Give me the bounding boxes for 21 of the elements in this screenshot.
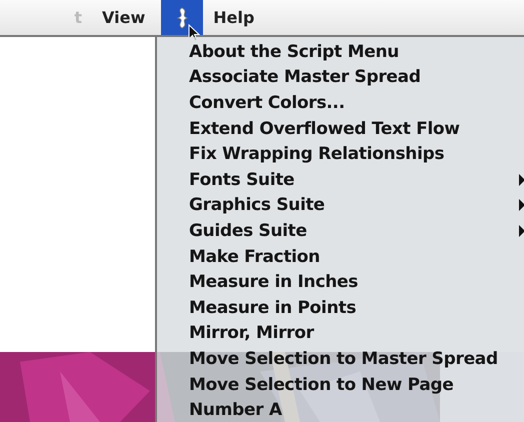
menu-item[interactable]: Convert Colors...	[157, 90, 524, 116]
menu-item[interactable]: Make Fraction	[157, 244, 524, 270]
menu-item[interactable]: Extend Overflowed Text Flow	[157, 116, 524, 142]
submenu-arrow-icon	[519, 199, 524, 212]
menu-item[interactable]: Measure in Points	[157, 294, 524, 321]
menu-item[interactable]: Number A	[157, 397, 524, 422]
menu-title[interactable]: Help	[203, 0, 264, 35]
menu-item[interactable]: Mirror, Mirror	[157, 320, 524, 346]
menu-item[interactable]: Move Selection to Master Spread	[157, 346, 524, 372]
menu-item[interactable]: Guides Suite	[157, 218, 524, 244]
submenu-arrow-icon	[519, 224, 524, 237]
menu-item[interactable]: Graphics Suite	[157, 192, 524, 218]
menu-item[interactable]: Move Selection to New Page	[157, 372, 524, 398]
menu-item[interactable]: About the Script Menu	[157, 39, 524, 65]
menu-item[interactable]: Associate Master Spread	[157, 64, 524, 90]
menu-item[interactable]: Fonts Suite	[157, 166, 524, 193]
menu-title[interactable]: View	[92, 0, 156, 35]
menu-item[interactable]: Measure in Inches	[157, 269, 524, 295]
menu-item[interactable]: Fix Wrapping Relationships	[157, 141, 524, 167]
script-menu[interactable]	[161, 0, 204, 35]
submenu-arrow-icon	[519, 174, 524, 186]
